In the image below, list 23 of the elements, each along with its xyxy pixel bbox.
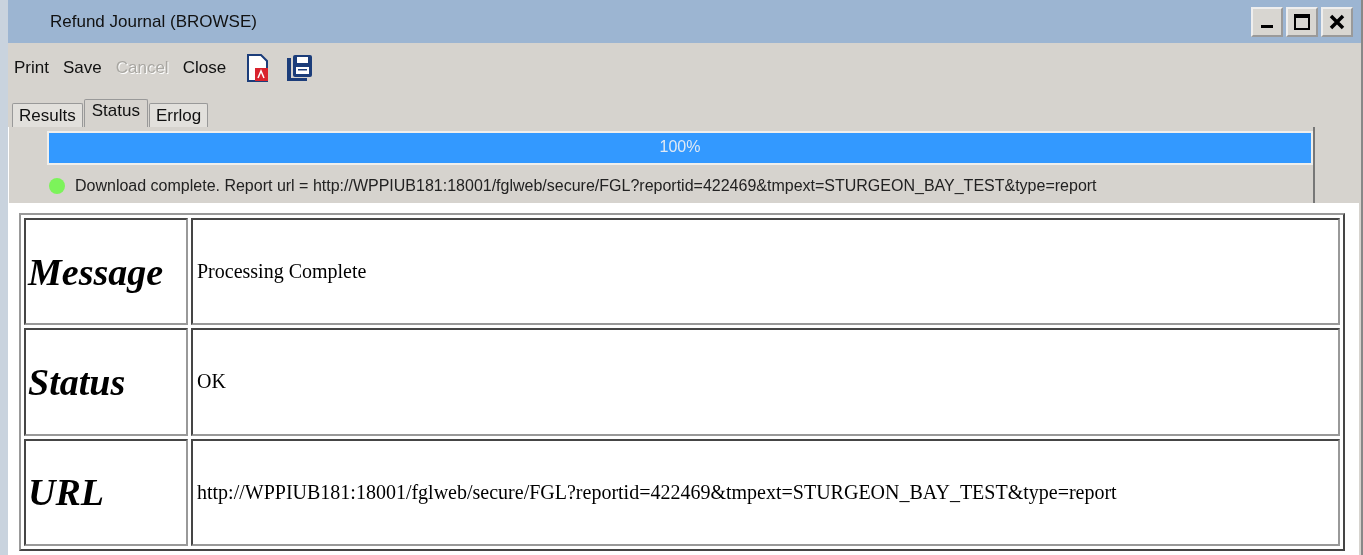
close-button[interactable] — [1321, 6, 1353, 37]
maximize-button[interactable] — [1286, 6, 1318, 37]
toolbar-button[interactable]: Print — [14, 58, 49, 78]
table-cell: OK — [191, 328, 1340, 436]
tab[interactable]: Status — [83, 99, 148, 127]
toolbar-button[interactable]: Save — [62, 58, 102, 78]
tab[interactable]: Errlog — [148, 103, 209, 127]
minimize-icon — [1261, 25, 1273, 28]
row-header: URL — [24, 438, 188, 546]
row-header: Status — [24, 328, 188, 436]
row-header: Message — [24, 218, 188, 326]
window-title: Refund Journal (BROWSE) — [50, 11, 258, 32]
save-copy-icon[interactable] — [284, 54, 315, 82]
progress-reading: 100% — [658, 138, 702, 156]
table-cell: http://WPPIUB181:18001/fglweb/secure/FGL?reportid=422469&tmpext=STURGEON_BAY_TEST&type=report — [191, 438, 1340, 546]
status-message: Download complete. Report url = http://WPPIUB181:18001/fglweb/secure/FGL?reportid=422469&tmpext=STURGEON_BAY_TEST&type=report — [75, 177, 1097, 195]
close-icon — [1328, 12, 1346, 31]
pdf-file-icon[interactable] — [246, 54, 271, 82]
toolbar-button[interactable]: Close — [182, 58, 227, 78]
tab[interactable]: Results — [12, 103, 83, 127]
table-cell: Processing Complete — [191, 218, 1340, 326]
maximize-icon — [1293, 12, 1311, 31]
minimize-button[interactable] — [1251, 6, 1283, 37]
